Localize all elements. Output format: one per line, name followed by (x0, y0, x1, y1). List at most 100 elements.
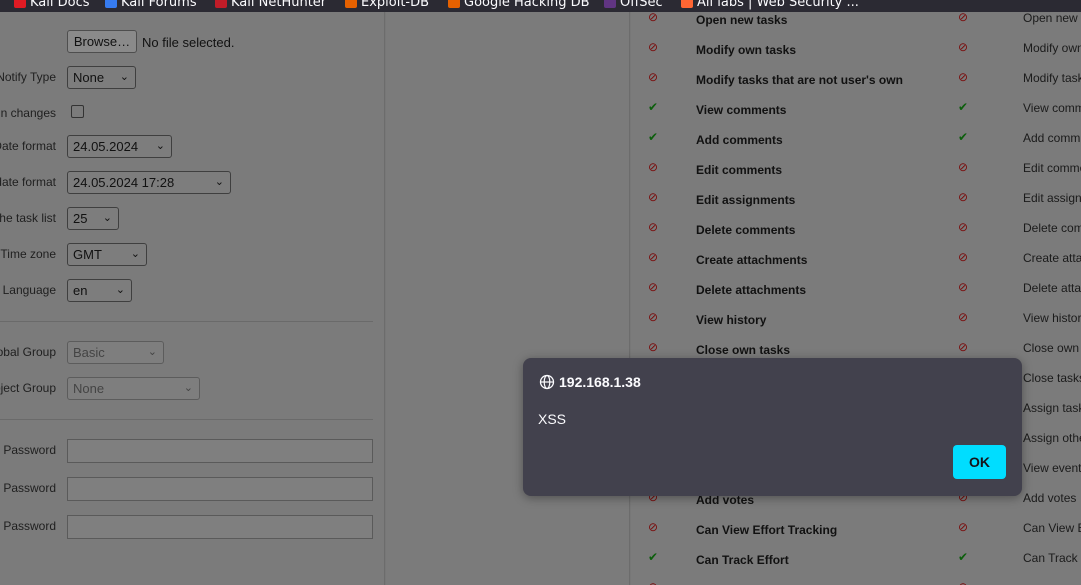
deny-icon: ⊘ (957, 40, 969, 54)
task-list-select[interactable]: 25 ⌄ (67, 207, 119, 230)
deny-icon: ⊘ (957, 250, 969, 264)
permission-row: ⊘⊘ (631, 580, 1081, 585)
permission-label-secondary: Modify task (1023, 71, 1081, 85)
permission-label: Can Track Effort (696, 553, 789, 567)
bookmark-item[interactable]: Google Hacking DB (448, 0, 590, 11)
user-settings-panel: Browse… No file selected. Notify Type No… (0, 12, 385, 585)
own-changes-label: n changes (0, 106, 56, 120)
bookmark-item[interactable]: OffSec (604, 0, 663, 11)
permission-label-secondary: Add votes (1023, 491, 1077, 505)
permission-row: ⊘ Open new tasks ⊘ Open new (631, 12, 1081, 40)
confirm-password-field[interactable] (67, 515, 373, 539)
chevron-down-icon: ⌄ (183, 382, 193, 394)
date-format-label: Date format (0, 139, 56, 153)
permission-label-secondary: View comm (1023, 101, 1081, 115)
divider (0, 419, 373, 420)
ok-button[interactable]: OK (953, 445, 1006, 479)
ghdb-icon (448, 0, 460, 8)
notify-type-label: Notify Type (0, 70, 56, 84)
deny-icon: ⊘ (957, 160, 969, 174)
project-group-select: None ⌄ (67, 377, 200, 400)
datetime-format-label: date format (0, 175, 56, 189)
deny-icon: ⊘ (957, 220, 969, 234)
bookmark-item[interactable]: Kali NetHunter (215, 0, 326, 11)
deny-icon: ⊘ (647, 160, 659, 174)
dialog-message: XSS (538, 411, 567, 427)
offsec-icon (604, 0, 616, 8)
datetime-format-select[interactable]: 24.05.2024 17:28 ⌄ (67, 171, 231, 194)
permission-label-secondary: Edit assign (1023, 191, 1081, 205)
new-password-field[interactable] (67, 477, 373, 501)
deny-icon: ⊘ (957, 70, 969, 84)
time-zone-label: Time zone (0, 247, 56, 261)
deny-icon: ⊘ (647, 40, 659, 54)
dialog-origin: 192.168.1.38 (559, 374, 641, 390)
password-label: Password (3, 443, 56, 457)
check-icon: ✔ (647, 130, 659, 144)
check-icon: ✔ (957, 100, 969, 114)
bookmark-item[interactable]: Kali Docs (14, 0, 90, 11)
permission-label: Add comments (696, 133, 783, 147)
permission-row: ⊘ Edit assignments ⊘ Edit assign (631, 190, 1081, 220)
permission-row: ✔ Can Track Effort ✔ Can Track (631, 550, 1081, 580)
permission-label: Can View Effort Tracking (696, 523, 838, 537)
permission-label: Delete comments (696, 223, 796, 237)
alert-dialog: 192.168.1.38 XSS OK (523, 358, 1022, 496)
permission-row: ⊘ View history ⊘ View histor (631, 310, 1081, 340)
permission-row: ✔ View comments ✔ View comm (631, 100, 1081, 130)
kali-docs-icon (14, 0, 26, 8)
bookmark-item[interactable]: Exploit-DB (345, 0, 429, 11)
bookmark-label: OffSec (620, 0, 663, 10)
check-icon: ✔ (957, 550, 969, 564)
permission-label: Modify tasks that are not user's own (696, 73, 903, 87)
permissions-panel: ⊘ Open new tasks ⊘ Open new ⊘ Modify own task… (631, 12, 1081, 585)
date-format-select[interactable]: 24.05.2024 ⌄ (67, 135, 172, 158)
deny-icon: ⊘ (957, 310, 969, 324)
global-group-select: Basic ⌄ (67, 341, 164, 364)
chevron-down-icon: ⌄ (155, 140, 165, 152)
permission-label-secondary: Delete atta (1023, 281, 1081, 295)
deny-icon: ⊘ (957, 340, 969, 354)
password-field[interactable] (67, 439, 373, 463)
chevron-down-icon: ⌄ (130, 248, 140, 260)
bookmark-label: Kali Docs (30, 0, 90, 10)
bookmarks-toolbar: Kali Docs Kali Forums Kali NetHunter Exploi… (0, 0, 1081, 12)
permission-label-secondary: Delete com (1023, 221, 1081, 235)
deny-icon: ⊘ (647, 520, 659, 534)
permission-label: Delete attachments (696, 283, 807, 297)
deny-icon: ⊘ (957, 280, 969, 294)
deny-icon: ⊘ (957, 12, 969, 24)
permission-label: View comments (696, 103, 787, 117)
new-password-label: Password (3, 481, 56, 495)
check-icon: ✔ (957, 130, 969, 144)
deny-icon: ⊘ (647, 250, 659, 264)
time-zone-select[interactable]: GMT ⌄ (67, 243, 147, 266)
global-group-label: obal Group (0, 345, 56, 359)
permission-label-secondary: Assign task (1023, 401, 1081, 415)
bookmark-item[interactable]: All labs | Web Security ... (681, 0, 859, 11)
deny-icon: ⊘ (647, 70, 659, 84)
bookmark-label: Exploit-DB (361, 0, 430, 10)
permission-label-secondary: Create atta (1023, 251, 1081, 265)
permission-label-secondary: Close tasks (1023, 371, 1081, 385)
permission-row: ⊘ Delete comments ⊘ Delete com (631, 220, 1081, 250)
deny-icon: ⊘ (957, 520, 969, 534)
permission-row: ✔ Add comments ✔ Add comm (631, 130, 1081, 160)
permission-label: Close own tasks (696, 343, 791, 357)
language-label: Language (2, 283, 56, 297)
bookmark-label: Kali NetHunter (231, 0, 327, 10)
permission-label: Edit comments (696, 163, 783, 177)
permission-label-secondary: Edit comme (1023, 161, 1081, 175)
chevron-down-icon: ⌄ (119, 71, 129, 83)
bookmark-label: Kali Forums (121, 0, 197, 10)
own-changes-checkbox[interactable] (71, 105, 84, 118)
language-select[interactable]: en ⌄ (67, 279, 132, 302)
kali-nethunter-icon (215, 0, 227, 8)
portswigger-icon (681, 0, 693, 8)
project-group-label: oject Group (0, 381, 56, 395)
bookmark-item[interactable]: Kali Forums (105, 0, 197, 11)
browse-button[interactable]: Browse… (67, 30, 137, 53)
notify-type-select[interactable]: None ⌄ (67, 66, 136, 89)
chevron-down-icon: ⌄ (115, 284, 125, 296)
confirm-password-label: Password (3, 519, 56, 533)
